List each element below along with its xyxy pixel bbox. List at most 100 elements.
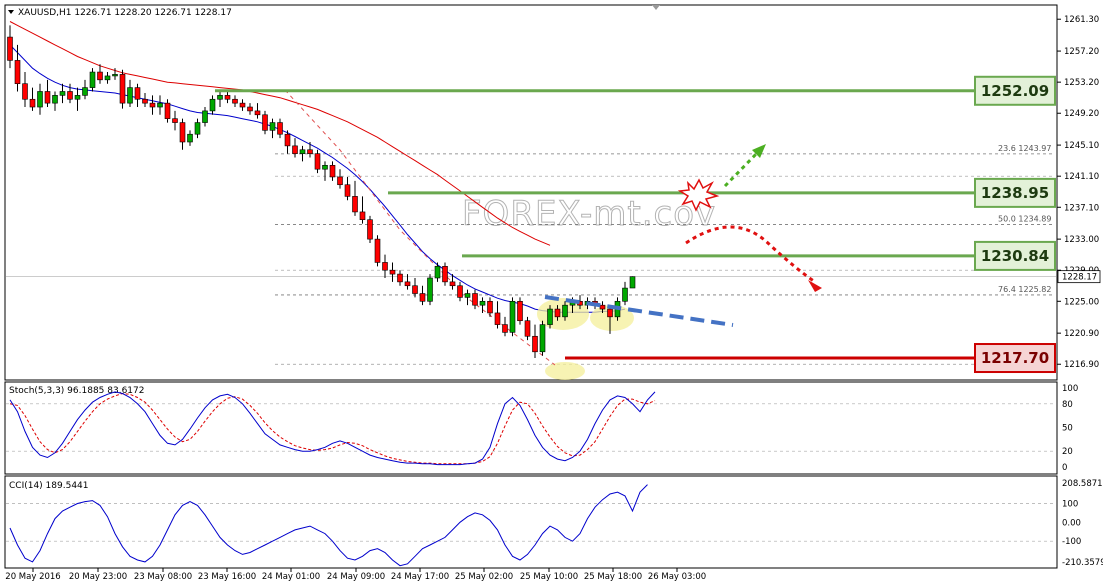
candle-body-bull [427, 277, 433, 302]
candle[interactable] [254, 103, 261, 119]
candle[interactable] [472, 289, 478, 310]
candle[interactable] [464, 289, 471, 306]
candle[interactable] [532, 324, 538, 359]
candle-body-bull [269, 122, 276, 131]
candle[interactable] [502, 316, 508, 337]
candle[interactable] [374, 235, 381, 267]
candle[interactable] [457, 281, 463, 302]
candle[interactable] [22, 72, 28, 108]
candle[interactable] [277, 118, 283, 139]
candle-body-bear [419, 293, 426, 302]
candle[interactable] [209, 95, 216, 115]
candle[interactable] [104, 72, 111, 84]
last-price-label: 1228.17 [1062, 273, 1097, 283]
candle[interactable] [142, 93, 148, 108]
candle[interactable] [134, 83, 141, 108]
candle[interactable] [247, 103, 253, 115]
candle[interactable] [322, 161, 328, 181]
candle[interactable] [7, 25, 13, 69]
candle[interactable] [524, 316, 531, 341]
candle[interactable] [539, 320, 546, 356]
candle-body-bear [337, 176, 343, 186]
fib-label-1: 50.0 1234.89 [998, 214, 1051, 223]
candle[interactable] [52, 91, 58, 111]
candle[interactable] [74, 87, 81, 111]
candle-body-bear [554, 308, 561, 318]
candle[interactable] [232, 95, 238, 108]
candle[interactable] [367, 215, 373, 244]
candle[interactable] [157, 95, 163, 115]
candle[interactable] [14, 44, 21, 92]
candle[interactable] [337, 169, 343, 189]
candle[interactable] [352, 180, 358, 216]
chart-menu-icon[interactable] [8, 10, 14, 14]
candle-body-bear [292, 145, 298, 154]
candle[interactable] [292, 138, 298, 158]
candle[interactable] [427, 274, 433, 306]
candle[interactable] [307, 141, 313, 158]
candle[interactable] [262, 110, 268, 135]
candle[interactable] [397, 270, 403, 286]
candle[interactable] [149, 95, 156, 115]
candle-body-bear [254, 110, 261, 116]
candle-body-bear [374, 238, 381, 263]
candle[interactable] [487, 297, 493, 317]
candle[interactable] [412, 277, 418, 298]
candle[interactable] [37, 83, 43, 115]
candle[interactable] [59, 83, 66, 104]
candle[interactable] [314, 149, 321, 174]
candle[interactable] [629, 276, 636, 289]
candle[interactable] [44, 79, 51, 108]
candle[interactable] [164, 99, 171, 123]
candle-body-bear [179, 122, 186, 143]
level-label-1230.84: 1230.84 [981, 247, 1049, 265]
candle[interactable] [509, 297, 516, 337]
candle-body-bull [464, 293, 471, 298]
candle[interactable] [89, 68, 96, 92]
y-tick-label: 1233.00 [1064, 235, 1099, 245]
candle[interactable] [442, 262, 448, 286]
candle[interactable] [172, 110, 178, 131]
candle[interactable] [344, 176, 351, 201]
cci-plot [6, 484, 1056, 567]
candle[interactable] [389, 262, 396, 282]
candle-body-bear [172, 118, 178, 123]
candle[interactable] [97, 64, 103, 84]
candle[interactable] [517, 297, 523, 325]
bearish-arrow-head [808, 280, 822, 292]
candle-body-bear [7, 36, 13, 61]
cci-line [9, 484, 648, 567]
candle[interactable] [29, 87, 36, 111]
candle[interactable] [419, 285, 426, 306]
x-tick-label: 20 May 2016 [5, 572, 60, 582]
candle[interactable] [299, 145, 306, 162]
candle-body-bear [472, 293, 478, 306]
candle-body-bear [284, 133, 291, 147]
candle[interactable] [187, 130, 193, 146]
candle[interactable] [382, 254, 388, 278]
candle[interactable] [127, 79, 133, 108]
candle-body-bear [239, 102, 246, 108]
candle[interactable] [202, 107, 208, 127]
candle[interactable] [194, 118, 201, 139]
trading-chart[interactable]: XAUUSD,H1 1226.71 1228.20 1226.71 1228.1… [0, 0, 1103, 588]
candle[interactable] [434, 262, 441, 282]
candle-body-bear [314, 153, 321, 170]
fib-label-2: 76.4 1225.82 [998, 285, 1051, 294]
scroll-indicator-icon[interactable] [652, 5, 660, 10]
candle[interactable] [82, 79, 88, 100]
candle[interactable] [217, 91, 223, 108]
candle-body-bear [29, 98, 36, 108]
candle[interactable] [239, 99, 246, 111]
candle[interactable] [622, 281, 628, 306]
candle-body-bull [157, 102, 163, 108]
candle[interactable] [179, 118, 186, 150]
candle-body-bull [52, 95, 58, 104]
cci-tick-label: -100 [1062, 537, 1081, 547]
candle[interactable] [359, 196, 366, 224]
candle[interactable] [494, 301, 501, 329]
candle[interactable] [269, 118, 276, 139]
candle[interactable] [119, 69, 126, 109]
candle[interactable] [329, 161, 336, 181]
stoch-tick-label: 100 [1062, 384, 1078, 394]
